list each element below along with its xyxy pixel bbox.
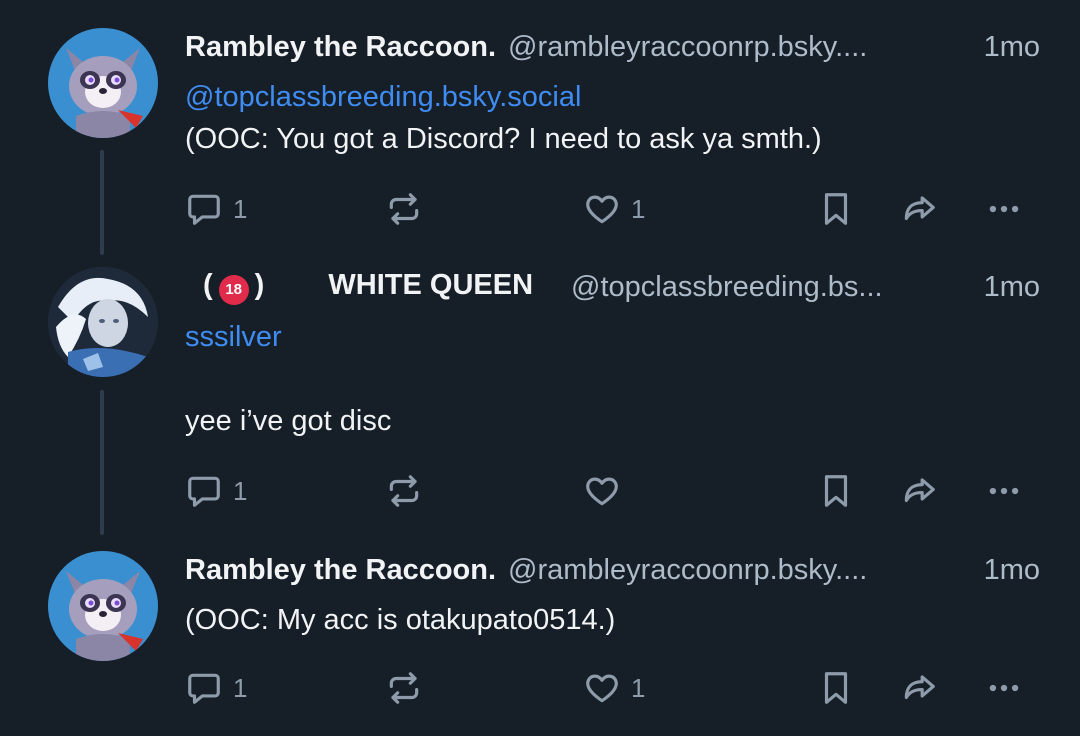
- repost-icon: [385, 190, 423, 228]
- display-name[interactable]: (18) WHITE QUEEN: [185, 269, 533, 305]
- action-bar: 1 1: [185, 668, 1040, 708]
- post-content: (OOC: My acc is otakupato0514.): [185, 599, 1040, 641]
- share-button[interactable]: [900, 189, 938, 229]
- thread-line: [100, 390, 104, 535]
- reply-count: 1: [233, 475, 248, 506]
- repost-button[interactable]: [385, 471, 423, 511]
- post-header: Rambley the Raccoon. @rambleyraccoonrp.b…: [185, 550, 1040, 590]
- like-button[interactable]: [583, 471, 631, 511]
- thread-line: [100, 150, 104, 255]
- like-icon: [583, 190, 621, 228]
- bookmark-button[interactable]: [817, 668, 855, 708]
- post-text: yee i’ve got disc: [185, 405, 392, 437]
- like-icon: [583, 472, 621, 510]
- post-text: (OOC: My acc is otakupato0514.): [185, 604, 616, 636]
- timestamp[interactable]: 1mo: [984, 271, 1040, 304]
- bookmark-button[interactable]: [817, 189, 855, 229]
- post-2[interactable]: (18) WHITE QUEEN @topclassbreeding.bs...…: [0, 255, 1080, 535]
- post-content: @topclassbreeding.bsky.social (OOC: You …: [185, 76, 1040, 160]
- display-name-continuation[interactable]: sssilver: [185, 316, 1040, 358]
- reply-icon: [185, 669, 223, 707]
- adult-badge-icon: 18: [218, 274, 249, 305]
- post-1[interactable]: Rambley the Raccoon. @rambleyraccoonrp.b…: [0, 0, 1080, 255]
- repost-icon: [385, 669, 423, 707]
- reply-count: 1: [233, 193, 248, 224]
- timestamp[interactable]: 1mo: [984, 554, 1040, 587]
- share-icon: [900, 472, 938, 510]
- post-header: Rambley the Raccoon. @rambleyraccoonrp.b…: [185, 27, 1040, 67]
- display-name[interactable]: Rambley the Raccoon.: [185, 554, 496, 587]
- handle[interactable]: @rambleyraccoonrp.bsky....: [508, 31, 970, 64]
- share-button[interactable]: [900, 668, 938, 708]
- mention-link[interactable]: @topclassbreeding.bsky.social: [185, 76, 1040, 118]
- more-button[interactable]: [985, 471, 1023, 511]
- raccoon-avatar-image: [48, 28, 158, 138]
- name-suffix: ): [254, 269, 265, 302]
- action-bar: 1 1: [185, 189, 1040, 229]
- reply-button[interactable]: 1: [185, 471, 247, 511]
- reply-icon: [185, 190, 223, 228]
- reply-count: 1: [233, 672, 248, 703]
- action-bar: 1: [185, 471, 1040, 511]
- like-icon: [583, 669, 621, 707]
- avatar[interactable]: [48, 551, 158, 661]
- display-name[interactable]: Rambley the Raccoon.: [185, 31, 496, 64]
- like-button[interactable]: 1: [583, 668, 645, 708]
- like-count: 1: [631, 672, 646, 703]
- share-button[interactable]: [900, 471, 938, 511]
- bookmark-icon: [817, 669, 855, 707]
- repost-button[interactable]: [385, 189, 423, 229]
- repost-button[interactable]: [385, 668, 423, 708]
- handle[interactable]: @rambleyraccoonrp.bsky....: [508, 554, 970, 587]
- display-name-text: WHITE QUEEN: [328, 269, 534, 302]
- post-content: sssilver yee i’ve got disc: [185, 316, 1040, 442]
- post-3[interactable]: Rambley the Raccoon. @rambleyraccoonrp.b…: [0, 535, 1080, 736]
- name-prefix: (: [203, 269, 213, 302]
- bookmark-icon: [817, 472, 855, 510]
- post-header: (18) WHITE QUEEN @topclassbreeding.bs...…: [185, 267, 1040, 307]
- avatar[interactable]: [48, 267, 158, 377]
- more-icon: [985, 472, 1023, 510]
- more-button[interactable]: [985, 668, 1023, 708]
- post-text: (OOC: You got a Discord? I need to ask y…: [185, 123, 822, 155]
- reply-icon: [185, 472, 223, 510]
- bookmark-button[interactable]: [817, 471, 855, 511]
- more-button[interactable]: [985, 189, 1023, 229]
- share-icon: [900, 669, 938, 707]
- avatar[interactable]: [48, 28, 158, 138]
- share-icon: [900, 190, 938, 228]
- reply-button[interactable]: 1: [185, 668, 247, 708]
- more-icon: [985, 669, 1023, 707]
- more-icon: [985, 190, 1023, 228]
- repost-icon: [385, 472, 423, 510]
- bookmark-icon: [817, 190, 855, 228]
- timestamp[interactable]: 1mo: [984, 31, 1040, 64]
- reply-button[interactable]: 1: [185, 189, 247, 229]
- white-queen-avatar-image: [48, 267, 158, 377]
- handle[interactable]: @topclassbreeding.bs...: [571, 271, 970, 304]
- like-button[interactable]: 1: [583, 189, 645, 229]
- raccoon-avatar-image: [48, 551, 158, 661]
- like-count: 1: [631, 193, 646, 224]
